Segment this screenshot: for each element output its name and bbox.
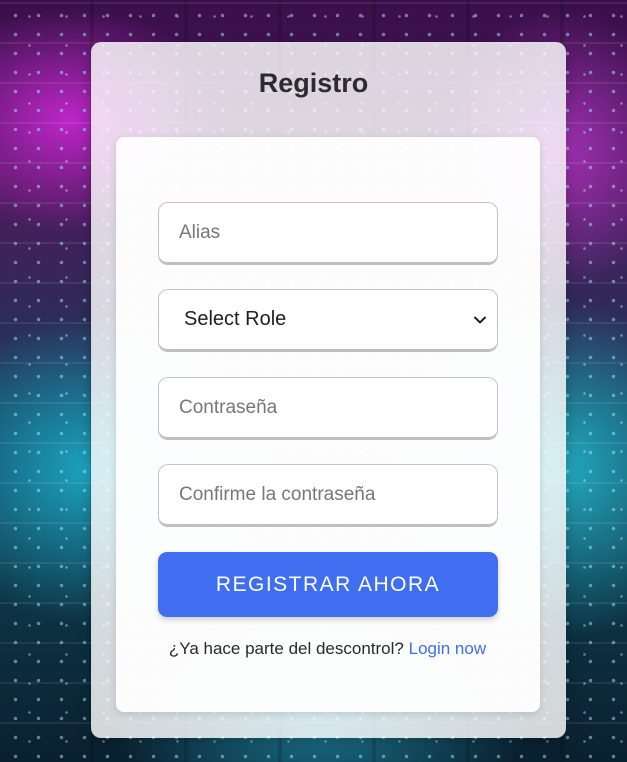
chevron-down-icon — [474, 316, 486, 323]
password-input[interactable] — [158, 377, 498, 440]
register-button[interactable]: REGISTRAR AHORA — [158, 552, 498, 617]
login-link[interactable]: Login now — [409, 639, 487, 658]
role-select-value: Select Role — [184, 308, 287, 330]
login-prompt: ¿Ya hace parte del descontrol? Login now — [0, 639, 627, 659]
login-prompt-text: ¿Ya hace parte del descontrol? — [168, 639, 404, 658]
role-select[interactable]: Select Role — [158, 289, 498, 352]
page-title: Registro — [258, 68, 369, 98]
alias-input[interactable] — [158, 202, 498, 265]
confirm-password-input[interactable] — [158, 464, 498, 527]
